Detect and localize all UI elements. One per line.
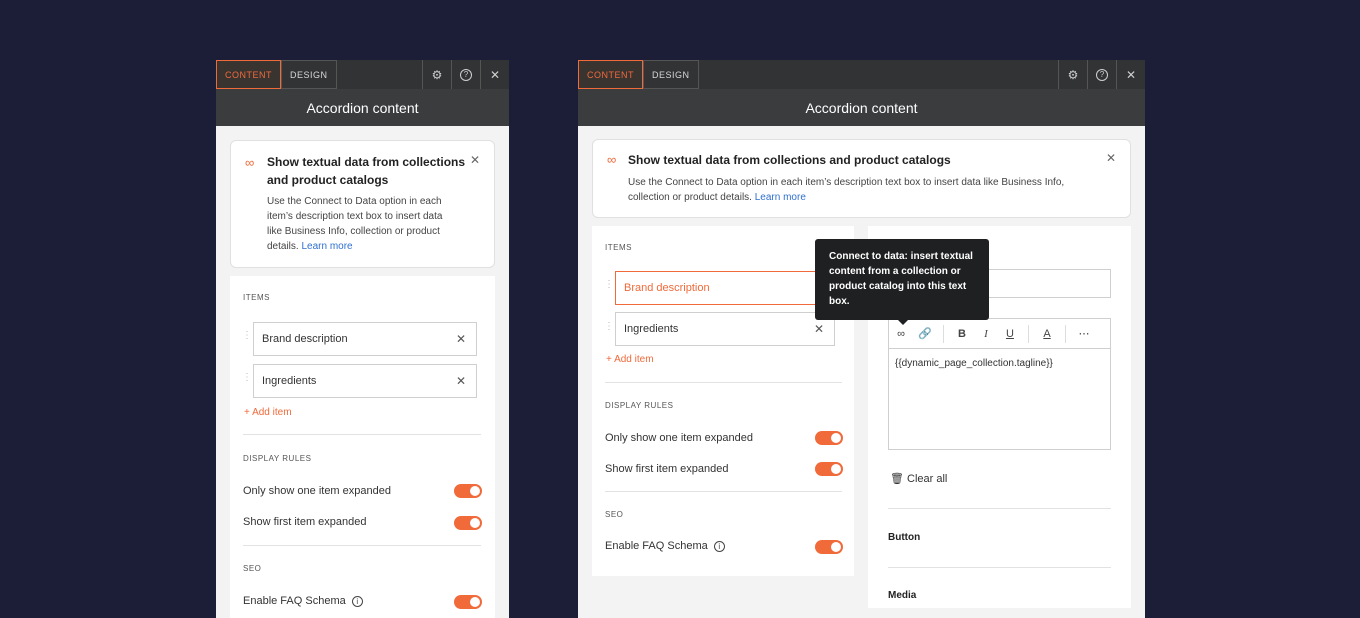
panel-title: Accordion content: [216, 89, 509, 126]
panel-title: Accordion content: [578, 89, 1145, 126]
connect-data-tooltip: Connect to data: insert textual content …: [815, 239, 989, 325]
remove-item-icon[interactable]: ✕: [456, 374, 466, 388]
text-editor-toolbar: ∞ 🔗 B I U A ⋯: [888, 318, 1111, 349]
banner-close-icon[interactable]: ✕: [470, 153, 480, 167]
rule-one-expanded-toggle[interactable]: [815, 431, 843, 445]
more-options-icon[interactable]: ⋯: [1072, 327, 1096, 340]
divider: [605, 491, 842, 492]
tab-content[interactable]: CONTENT: [216, 60, 281, 89]
faq-schema-label: Enable FAQ Schema i: [605, 540, 725, 552]
banner-text: Use the Connect to Data option in each i…: [267, 196, 443, 252]
remove-item-icon[interactable]: ✕: [814, 322, 824, 336]
rule-first-expanded-toggle[interactable]: [454, 516, 482, 530]
plus-icon: +: [606, 354, 612, 365]
add-item-button[interactable]: + Add item: [244, 407, 292, 418]
close-icon[interactable]: ✕: [1116, 60, 1145, 89]
info-icon[interactable]: i: [713, 540, 725, 552]
italic-icon[interactable]: I: [974, 328, 998, 340]
description-text-editor[interactable]: {{dynamic_page_collection.tagline}}: [888, 349, 1111, 450]
info-banner: ∞ Show textual data from collections and…: [230, 140, 495, 268]
display-rules-label: DISPLAY RULES: [605, 401, 674, 410]
close-icon[interactable]: ✕: [480, 60, 509, 89]
drag-handle-icon[interactable]: ⋮: [242, 331, 252, 341]
seo-label: SEO: [605, 510, 624, 519]
panel-tabs-bar: CONTENT DESIGN ⚙ ? ✕: [216, 60, 509, 89]
learn-more-link[interactable]: Learn more: [301, 241, 352, 252]
items-label: ITEMS: [605, 243, 632, 252]
help-icon[interactable]: ?: [451, 60, 480, 89]
rule-one-expanded-label: Only show one item expanded: [605, 432, 753, 444]
item-brand-description[interactable]: Brand description ✕: [253, 322, 477, 356]
faq-schema-label: Enable FAQ Schema i: [243, 595, 363, 607]
button-section-label[interactable]: Button: [888, 532, 920, 543]
drag-handle-icon[interactable]: ⋮: [604, 280, 614, 290]
tab-design[interactable]: DESIGN: [643, 60, 699, 89]
rule-first-expanded-toggle[interactable]: [815, 462, 843, 476]
divider: [243, 545, 481, 546]
rule-one-expanded-toggle[interactable]: [454, 484, 482, 498]
settings-icon[interactable]: ⚙: [1058, 60, 1087, 89]
drag-handle-icon[interactable]: ⋮: [242, 373, 252, 383]
learn-more-link[interactable]: Learn more: [755, 192, 806, 203]
clear-all-button[interactable]: 🗑 Clear all: [890, 472, 947, 485]
banner-title: Show textual data from collections and p…: [267, 155, 466, 187]
tab-design[interactable]: DESIGN: [281, 60, 337, 89]
divider: [888, 567, 1111, 568]
items-label: ITEMS: [243, 293, 270, 302]
tab-content[interactable]: CONTENT: [578, 60, 643, 89]
drag-handle-icon[interactable]: ⋮: [604, 322, 614, 332]
display-rules-label: DISPLAY RULES: [243, 454, 312, 463]
add-item-button[interactable]: + Add item: [606, 354, 654, 365]
media-section-label[interactable]: Media: [888, 590, 916, 601]
remove-item-icon[interactable]: ✕: [456, 332, 466, 346]
settings-icon[interactable]: ⚙: [422, 60, 451, 89]
bold-icon[interactable]: B: [950, 328, 974, 340]
text-color-icon[interactable]: A: [1035, 328, 1059, 340]
info-banner: ∞ Show textual data from collections and…: [592, 139, 1131, 218]
item-ingredients[interactable]: Ingredients ✕: [615, 312, 835, 346]
divider: [243, 434, 481, 435]
connect-data-icon: ∞: [245, 155, 255, 170]
info-icon[interactable]: i: [351, 595, 363, 607]
banner-close-icon[interactable]: ✕: [1106, 151, 1116, 165]
banner-text: Use the Connect to Data option in each i…: [628, 177, 1065, 203]
rule-first-expanded-label: Show first item expanded: [605, 463, 729, 475]
seo-label: SEO: [243, 564, 262, 573]
trash-icon: 🗑: [890, 473, 904, 485]
help-icon[interactable]: ?: [1087, 60, 1116, 89]
divider: [605, 382, 842, 383]
panel-tabs-bar: CONTENT DESIGN ⚙ ? ✕: [578, 60, 1145, 89]
underline-icon[interactable]: U: [998, 328, 1022, 340]
link-icon[interactable]: 🔗: [913, 327, 937, 340]
rule-first-expanded-label: Show first item expanded: [243, 516, 367, 528]
connect-data-icon: ∞: [607, 152, 617, 167]
faq-schema-toggle[interactable]: [815, 540, 843, 554]
rule-one-expanded-label: Only show one item expanded: [243, 485, 391, 497]
connect-data-icon[interactable]: ∞: [889, 328, 913, 340]
item-brand-description[interactable]: Brand description: [615, 271, 835, 305]
faq-schema-toggle[interactable]: [454, 595, 482, 609]
item-ingredients[interactable]: Ingredients ✕: [253, 364, 477, 398]
divider: [888, 508, 1111, 509]
plus-icon: +: [244, 407, 250, 418]
banner-title: Show textual data from collections and p…: [628, 153, 951, 167]
